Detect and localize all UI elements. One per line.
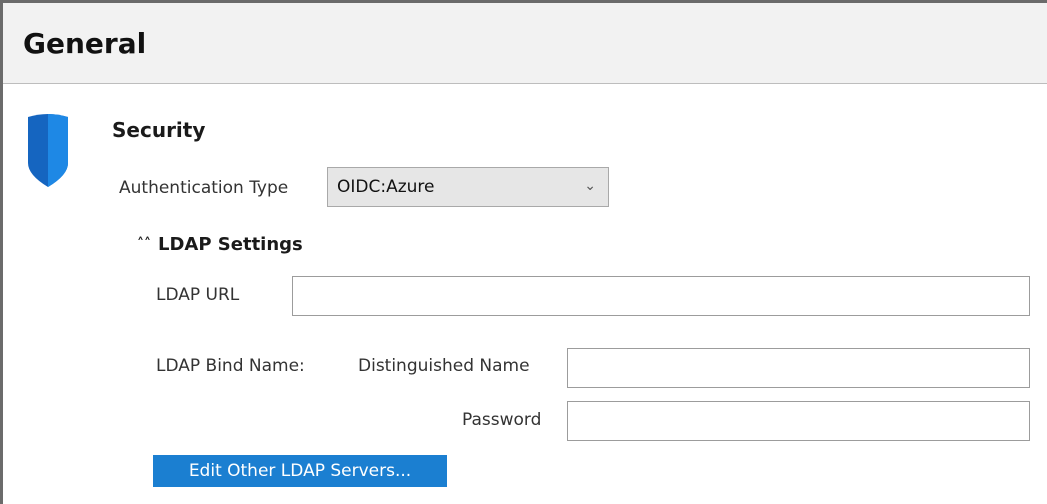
distinguished-name-label: Distinguished Name	[358, 356, 530, 376]
ldap-bind-name-label: LDAP Bind Name:	[156, 356, 305, 376]
section-title-security: Security	[112, 118, 206, 142]
header-bar: General	[3, 3, 1047, 84]
authentication-type-label: Authentication Type	[119, 178, 289, 198]
authentication-type-select[interactable]: OIDC:Azure ⌄	[327, 167, 609, 207]
ldap-url-input[interactable]	[292, 276, 1030, 316]
page-title: General	[23, 27, 147, 60]
edit-other-ldap-servers-button[interactable]: Edit Other LDAP Servers...	[153, 455, 447, 487]
authentication-type-value: OIDC:Azure	[337, 177, 435, 197]
chevron-down-icon: ⌄	[584, 178, 596, 194]
ldap-settings-title: LDAP Settings	[158, 234, 303, 255]
distinguished-name-input[interactable]	[567, 348, 1030, 388]
password-label: Password	[462, 410, 542, 430]
ldap-url-label: LDAP URL	[156, 285, 240, 305]
shield-icon	[28, 114, 68, 187]
password-input[interactable]	[567, 401, 1030, 441]
double-chevron-up-icon[interactable]: ˄˄	[137, 236, 151, 252]
